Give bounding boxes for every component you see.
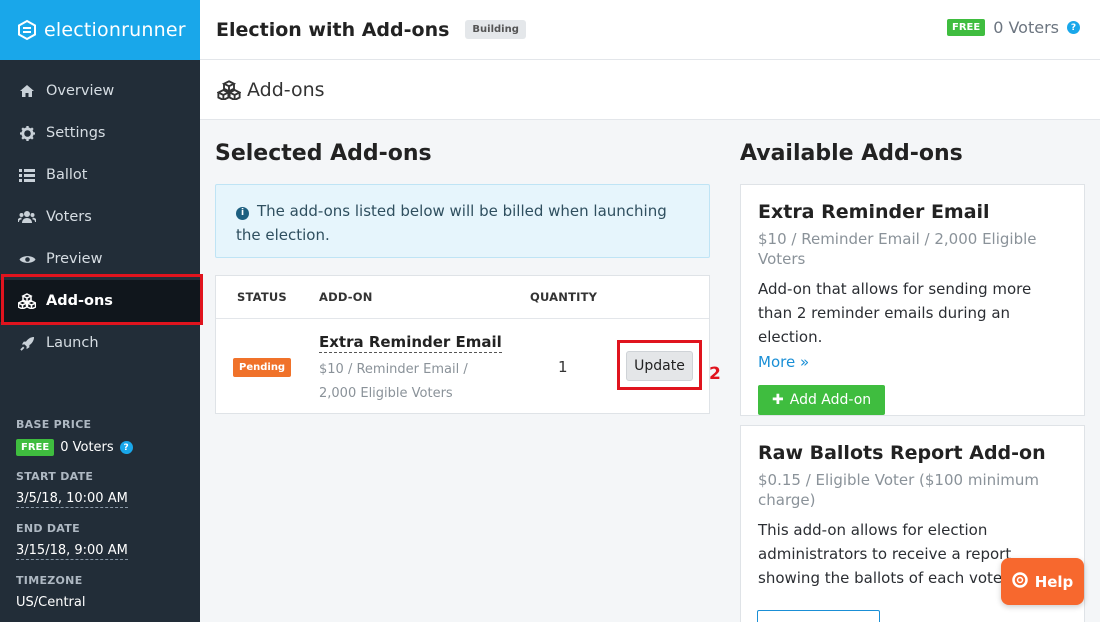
addon-card-extra-reminder: Extra Reminder Email $10 / Reminder Emai… bbox=[740, 184, 1085, 416]
start-date-value[interactable]: 3/5/18, 10:00 AM bbox=[16, 491, 128, 508]
annotation-marker-2: 2 bbox=[709, 364, 721, 384]
sidebar-item-label: Ballot bbox=[46, 167, 88, 183]
addon-card-price: $0.15 / Eligible Voter ($100 minimum cha… bbox=[758, 471, 1040, 509]
end-date-value[interactable]: 3/15/18, 9:00 AM bbox=[16, 543, 128, 560]
add-addon-button[interactable]: ✚ Add Add-on bbox=[758, 385, 886, 415]
page-title: Add-ons bbox=[247, 78, 325, 101]
sidebar-item-ballot[interactable]: Ballot bbox=[0, 154, 200, 196]
base-price-value: FREE 0 Voters ? bbox=[16, 439, 133, 456]
plan-info: FREE 0 Voters ? bbox=[947, 18, 1080, 37]
addon-card-description: Add-on that allows for sending more than… bbox=[758, 280, 1032, 346]
status-badge: Building bbox=[465, 20, 526, 39]
more-link[interactable]: More » bbox=[758, 353, 809, 371]
addon-card-price: $10 / Reminder Email / 2,000 Eligible Vo… bbox=[758, 230, 1037, 268]
sidebar-item-voters[interactable]: Voters bbox=[0, 196, 200, 238]
help-button[interactable]: Help bbox=[1001, 558, 1084, 605]
sidebar-item-settings[interactable]: Settings bbox=[0, 112, 200, 154]
billing-info-text: The add-ons listed below will be billed … bbox=[236, 202, 667, 244]
logo-icon bbox=[16, 19, 38, 41]
highlight-box-add-ons bbox=[1, 274, 203, 325]
brand-name: electionrunner bbox=[44, 19, 186, 41]
plus-icon: ✚ bbox=[772, 392, 784, 408]
sidebar-item-label: Overview bbox=[46, 83, 115, 99]
timezone-label: TIMEZONE bbox=[16, 574, 83, 587]
sidebar-item-launch[interactable]: Launch bbox=[0, 322, 200, 364]
timezone-value: US/Central bbox=[16, 595, 86, 610]
lifebuoy-icon bbox=[1011, 571, 1028, 592]
add-addon-label: Add Add-on bbox=[789, 392, 872, 408]
billing-info-alert: i The add-ons listed below will be billed… bbox=[215, 184, 710, 258]
page-header: Add-ons bbox=[200, 60, 1100, 120]
election-meta: BASE PRICE FREE 0 Voters ? START DATE 3/… bbox=[16, 418, 186, 622]
column-header-status: STATUS bbox=[237, 290, 287, 304]
sidebar-item-label: Voters bbox=[46, 209, 92, 225]
addon-description: $10 / Reminder Email / 2,000 Eligible Vo… bbox=[319, 362, 468, 401]
divider bbox=[216, 318, 709, 319]
highlight-box-update bbox=[617, 340, 702, 390]
rocket-icon bbox=[17, 336, 37, 351]
column-header-addon: ADD-ON bbox=[319, 290, 373, 304]
help-label: Help bbox=[1034, 572, 1074, 591]
top-bar: Election with Add-ons Building FREE 0 Vo… bbox=[200, 0, 1100, 60]
learn-more-button[interactable] bbox=[757, 610, 880, 622]
info-icon: i bbox=[236, 206, 249, 220]
status-badge: Pending bbox=[233, 358, 292, 377]
column-header-quantity: QUANTITY bbox=[530, 290, 598, 304]
list-icon bbox=[17, 168, 37, 182]
free-badge: FREE bbox=[16, 439, 55, 456]
question-icon[interactable]: ? bbox=[1067, 21, 1080, 34]
base-price-voters: 0 Voters bbox=[60, 440, 114, 455]
sidebar-item-overview[interactable]: Overview bbox=[0, 70, 200, 112]
sidebar-item-label: Preview bbox=[46, 251, 103, 267]
available-addons-heading: Available Add-ons bbox=[740, 141, 963, 166]
addon-card-title: Raw Ballots Report Add-on bbox=[758, 442, 1046, 464]
addon-quantity: 1 bbox=[558, 358, 568, 376]
cubes-icon bbox=[217, 79, 241, 100]
question-icon[interactable]: ? bbox=[119, 441, 133, 454]
sidebar-item-label: Settings bbox=[46, 125, 106, 141]
selected-addons-heading: Selected Add-ons bbox=[215, 141, 432, 166]
free-badge: FREE bbox=[947, 19, 986, 36]
base-price-label: BASE PRICE bbox=[16, 418, 92, 431]
eye-icon bbox=[17, 254, 37, 265]
users-icon bbox=[17, 210, 37, 224]
voter-count: 0 Voters bbox=[993, 18, 1059, 37]
sidebar-item-label: Launch bbox=[46, 335, 99, 351]
end-date-label: END DATE bbox=[16, 522, 80, 535]
home-icon bbox=[17, 84, 37, 98]
addon-name[interactable]: Extra Reminder Email bbox=[319, 333, 502, 353]
start-date-label: START DATE bbox=[16, 470, 94, 483]
election-title: Election with Add-ons bbox=[216, 18, 450, 41]
brand-bar[interactable]: electionrunner bbox=[0, 0, 200, 60]
addon-card-title: Extra Reminder Email bbox=[758, 201, 990, 223]
gear-icon bbox=[17, 125, 37, 141]
